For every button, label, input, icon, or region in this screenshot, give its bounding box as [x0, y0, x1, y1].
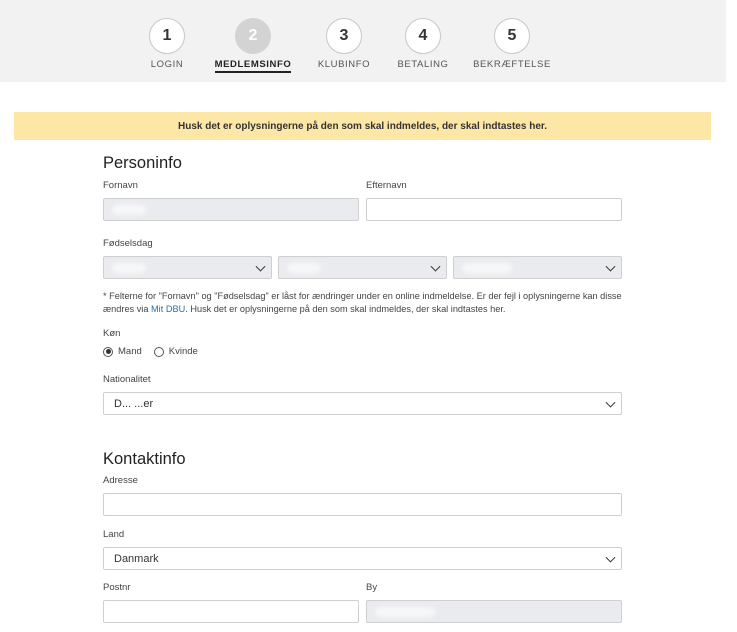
city-label: By: [366, 582, 378, 593]
step-number: 2: [235, 18, 271, 54]
country-label: Land: [103, 529, 125, 540]
mit-dbu-link[interactable]: Mit DBU: [151, 304, 185, 314]
redacted-value: [112, 204, 146, 215]
address-field[interactable]: [103, 493, 622, 516]
nationality-value: D... ...er: [114, 397, 154, 410]
gender-radio-group: Mand Kvinde: [103, 346, 210, 357]
gender-mand-radio[interactable]: [103, 346, 113, 357]
help-text-end: . Husk det er oplysningerne på den som s…: [185, 303, 506, 314]
birthday-month-select[interactable]: [278, 256, 447, 279]
chevron-down-icon: [255, 261, 266, 272]
chevron-down-icon: [605, 261, 616, 272]
personinfo-title: Personinfo: [103, 154, 182, 172]
last-name-label: Efternavn: [366, 180, 407, 191]
step-label: KLUBINFO: [317, 59, 371, 70]
step-bekraeftelse[interactable]: 5 BEKRÆFTELSE: [462, 18, 562, 72]
kontaktinfo-title: Kontaktinfo: [103, 450, 186, 468]
gender-kvinde-label[interactable]: Kvinde: [169, 346, 198, 357]
step-number: 1: [149, 18, 185, 54]
step-number: 3: [326, 18, 362, 54]
chevron-down-icon: [605, 397, 616, 408]
chevron-down-icon: [430, 261, 441, 272]
nationality-label: Nationalitet: [103, 374, 151, 385]
notice-banner: Husk det er oplysningerne på den som ska…: [14, 112, 711, 140]
gender-label: Køn: [103, 328, 121, 339]
chevron-down-icon: [605, 552, 616, 563]
step-login[interactable]: 1 LOGIN: [117, 18, 217, 72]
gender-kvinde-radio[interactable]: [153, 346, 164, 357]
step-label: MEDLEMSINFO: [214, 59, 292, 73]
step-number: 4: [405, 18, 441, 54]
step-label: LOGIN: [150, 59, 184, 70]
redacted-value: [375, 606, 435, 617]
last-name-field[interactable]: [366, 198, 622, 221]
step-label: BEKRÆFTELSE: [473, 59, 551, 70]
step-label: BETALING: [397, 59, 449, 70]
birthday-year-select[interactable]: [453, 256, 622, 279]
step-betaling[interactable]: 4 BETALING: [373, 18, 473, 72]
signup-stepper: 1 LOGIN 2 MEDLEMSINFO 3 KLUBINFO 4 BETAL…: [0, 0, 726, 82]
city-field[interactable]: [366, 600, 622, 623]
step-number: 5: [494, 18, 530, 54]
redacted-value: [287, 262, 321, 273]
step-medlemsinfo[interactable]: 2 MEDLEMSINFO: [203, 18, 303, 73]
postal-code-label: Postnr: [103, 582, 131, 593]
redacted-value: [462, 262, 512, 273]
birthday-label: Fødselsdag: [103, 238, 153, 249]
locked-fields-help-text: * Felterne for "Fornavn" og "Fødselsdag"…: [103, 290, 623, 315]
address-label: Adresse: [103, 475, 138, 486]
birthday-day-select[interactable]: [103, 256, 272, 279]
postal-code-field[interactable]: [103, 600, 359, 623]
gender-mand-label[interactable]: Mand: [118, 346, 142, 357]
nationality-select[interactable]: D... ...er: [103, 392, 622, 415]
country-select[interactable]: Danmark: [103, 547, 622, 570]
first-name-field[interactable]: [103, 198, 359, 221]
redacted-value: [112, 262, 146, 273]
country-value: Danmark: [114, 552, 159, 565]
first-name-label: Fornavn: [103, 180, 138, 191]
